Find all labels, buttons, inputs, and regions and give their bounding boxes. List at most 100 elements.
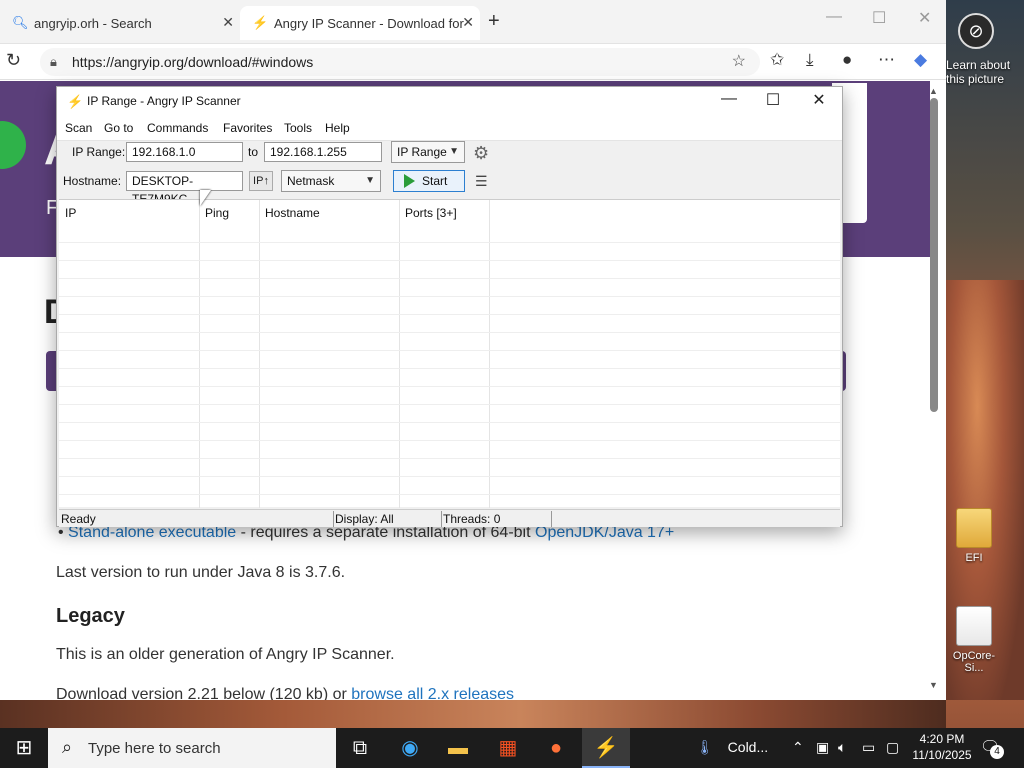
fetchers-list-icon[interactable]: ☰ <box>475 173 488 190</box>
learn-about-picture-label[interactable]: Learn about this picture <box>946 58 1024 86</box>
column-ping[interactable]: Ping <box>205 206 229 220</box>
windows-start-icon[interactable]: ⊞ <box>0 728 48 768</box>
meet-now-icon[interactable]: ▣ <box>816 739 829 756</box>
lock-icon[interactable]: 🔒︎ <box>50 48 57 76</box>
column-divider <box>489 200 490 508</box>
maximize-icon[interactable]: ☐ <box>872 8 886 28</box>
hostname-field[interactable]: DESKTOP-TE7M9KC <box>126 171 243 206</box>
tab-label: angryip.orh - Search <box>34 15 152 31</box>
notification-count-badge: 4 <box>990 745 1004 759</box>
weather-widget[interactable]: 🌡︎ Cold... <box>696 739 768 756</box>
scroll-up-icon[interactable]: ▲ <box>929 86 938 96</box>
scroll-down-icon[interactable]: ▼ <box>929 680 938 690</box>
start-label: Start <box>422 174 448 188</box>
close-tab-icon[interactable]: ✕ <box>222 14 234 31</box>
column-hostname[interactable]: Hostname <box>265 206 320 220</box>
edge-icon[interactable]: ◉ <box>386 728 434 768</box>
volume-muted-icon[interactable]: 🔈︎ <box>838 739 846 756</box>
weather-text: Cold... <box>727 739 769 755</box>
status-divider <box>333 511 334 527</box>
thermometer-icon: 🌡︎ <box>696 739 714 755</box>
status-display: Display: All <box>335 512 394 526</box>
notifications-icon[interactable]: 🗨︎4 <box>980 737 1004 759</box>
legacy-heading: Legacy <box>56 605 125 627</box>
favorite-star-icon[interactable]: ☆ <box>732 48 746 76</box>
store-icon[interactable]: ▦ <box>484 728 532 768</box>
chevron-up-icon[interactable]: ⌃ <box>792 739 804 756</box>
firefox-icon[interactable]: ● <box>532 728 580 768</box>
desktop-icon-label: OpCore-Si... <box>952 650 996 674</box>
close-icon[interactable]: ✕ <box>804 90 834 110</box>
display-icon[interactable]: ▢ <box>886 739 899 756</box>
more-options-icon[interactable]: ⋯ <box>878 50 895 70</box>
learn-about-picture-icon[interactable]: ⊘ <box>958 13 994 49</box>
row-divider <box>59 242 840 243</box>
row-divider <box>59 332 840 333</box>
desktop-icon-efi[interactable]: EFI <box>944 508 1004 564</box>
row-divider <box>59 260 840 261</box>
browse-releases-link[interactable]: browse all 2.x releases <box>351 686 514 700</box>
tab-angry-ip[interactable]: ⚡ Angry IP Scanner - Download for ✕ <box>240 6 480 40</box>
desktop-icon-label: EFI <box>965 552 983 564</box>
legacy-text: This is an older generation of Angry IP … <box>56 646 395 663</box>
taskbar-search-placeholder: Type here to search <box>88 740 221 757</box>
desktop-icon-opcore[interactable]: OpCore-Si... <box>944 606 1004 674</box>
minimize-icon[interactable]: — <box>714 90 744 108</box>
start-button[interactable]: Start <box>393 170 465 192</box>
status-threads: Threads: 0 <box>443 512 501 526</box>
url-text: https://angryip.org/download/#windows <box>72 54 314 70</box>
play-icon <box>404 174 415 188</box>
address-bar: ↻ 🔒︎ https://angryip.org/download/#windo… <box>0 44 946 80</box>
row-divider <box>59 296 840 297</box>
file-explorer-icon[interactable]: ▬ <box>434 728 482 768</box>
folder-icon <box>956 508 992 548</box>
row-divider <box>59 422 840 423</box>
scanner-title-bar[interactable]: ⚡ IP Range - Angry IP Scanner — ☐ ✕ <box>57 87 842 117</box>
reload-icon[interactable]: ↻ <box>6 50 21 71</box>
angry-ip-taskbar-icon[interactable]: ⚡ <box>582 728 630 768</box>
menu-scan[interactable]: Scan <box>65 121 92 135</box>
taskbar-search[interactable]: ⌕ Type here to search <box>48 728 336 768</box>
network-icon[interactable]: ▭ <box>862 739 875 756</box>
status-divider <box>441 511 442 527</box>
ip-up-button[interactable]: IP↑ <box>249 171 273 191</box>
netmask-select[interactable]: Netmask ▼ <box>281 170 381 192</box>
gear-icon[interactable]: ⚙ <box>473 143 489 164</box>
angry-ip-icon: ⚡ <box>67 94 84 109</box>
menu-tools[interactable]: Tools <box>284 121 312 135</box>
new-tab-icon[interactable]: + <box>488 10 500 33</box>
tab-search[interactable]: 🔍︎ angryip.orh - Search ✕ <box>0 6 240 40</box>
mode-select[interactable]: IP Range ▼ <box>391 141 465 163</box>
profile-icon[interactable]: ● <box>842 50 852 70</box>
column-ports[interactable]: Ports [3+] <box>405 206 457 220</box>
favorites-icon[interactable]: ✩ <box>770 50 784 70</box>
maximize-icon[interactable]: ☐ <box>758 90 788 110</box>
task-view-icon[interactable]: ⧉ <box>336 728 384 768</box>
url-field[interactable]: 🔒︎ https://angryip.org/download/#windows… <box>40 48 760 76</box>
menu-favorites[interactable]: Favorites <box>223 121 272 135</box>
clock[interactable]: 4:20 PM 11/10/2025 <box>912 731 972 763</box>
column-ip[interactable]: IP <box>65 206 76 220</box>
menu-help[interactable]: Help <box>325 121 350 135</box>
ip-from-field[interactable]: 192.168.1.0 <box>126 142 243 162</box>
mouse-cursor-icon <box>200 190 211 206</box>
menu-goto[interactable]: Go to <box>104 121 133 135</box>
ip-range-label: IP Range: <box>72 145 126 159</box>
downloads-icon[interactable]: ⤓ <box>806 50 814 70</box>
ip-to-field[interactable]: 192.168.1.255 <box>264 142 382 162</box>
row-divider <box>59 494 840 495</box>
download-line: Download version 2.21 below (120 kb) or … <box>56 686 514 700</box>
row-divider <box>59 386 840 387</box>
menu-commands[interactable]: Commands <box>147 121 208 135</box>
angry-ip-logo <box>0 121 26 169</box>
to-label: to <box>248 145 259 159</box>
copilot-icon[interactable]: ◆ <box>914 50 927 70</box>
scroll-thumb[interactable] <box>930 98 938 412</box>
page-scrollbar[interactable]: ▲ ▼ <box>929 86 938 692</box>
column-divider <box>199 200 200 508</box>
table-header: IP Ping Hostname Ports [3+] <box>59 200 840 224</box>
minimize-icon[interactable]: — <box>826 8 842 26</box>
results-table[interactable]: IP Ping Hostname Ports [3+] <box>59 199 840 508</box>
close-icon[interactable]: ✕ <box>918 8 931 28</box>
close-tab-icon[interactable]: ✕ <box>462 14 474 31</box>
